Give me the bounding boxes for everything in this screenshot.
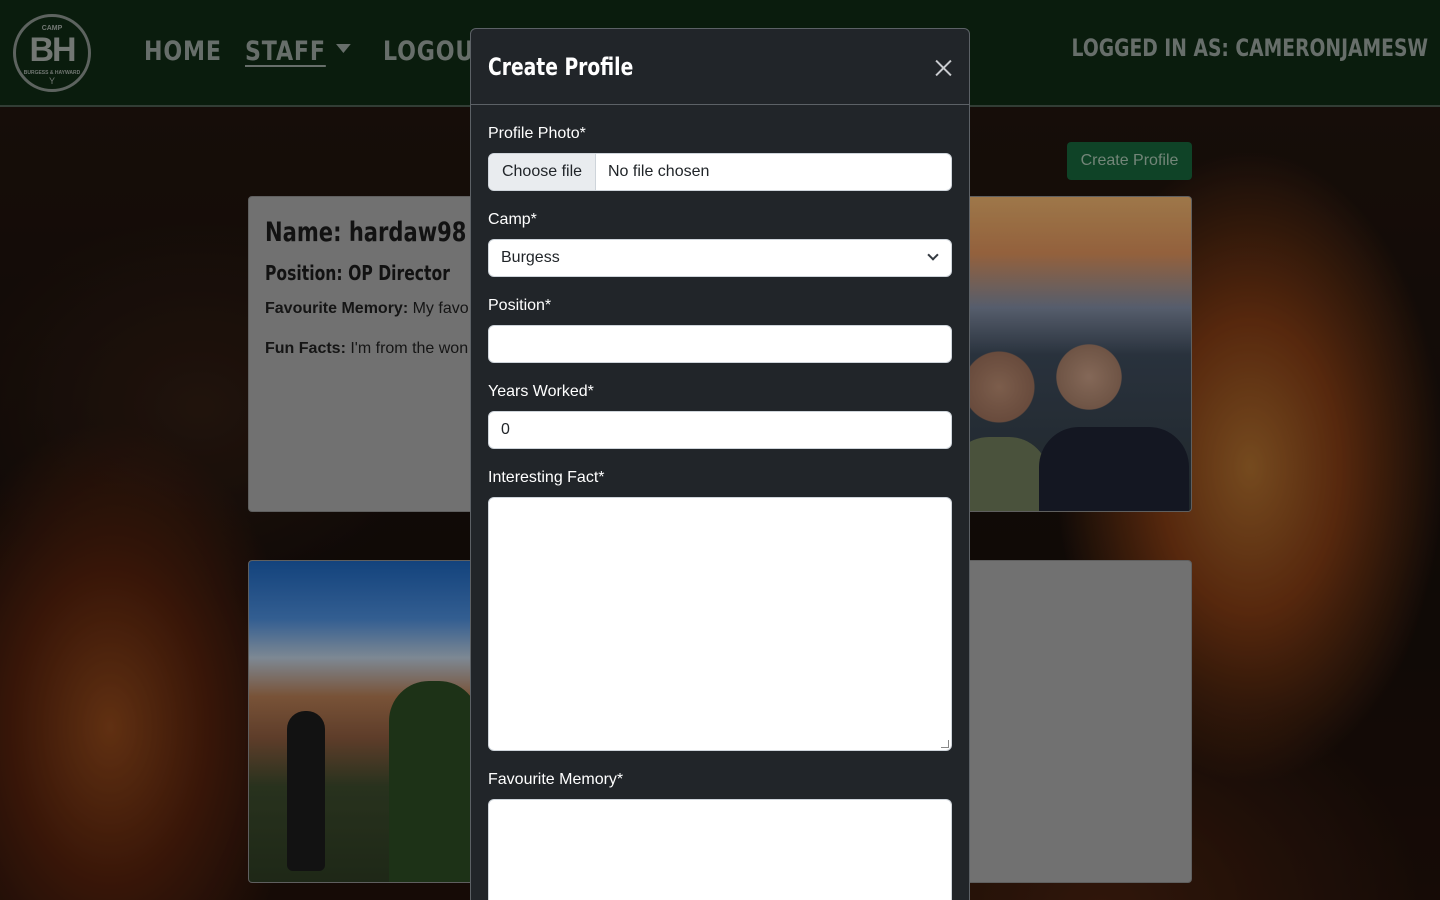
camp-select[interactable]: Burgess xyxy=(488,239,952,277)
favourite-memory-textarea[interactable] xyxy=(488,799,952,900)
favourite-memory-label: Favourite Memory* xyxy=(488,771,624,788)
resize-handle-icon[interactable] xyxy=(941,740,949,748)
years-worked-value: 0 xyxy=(501,421,510,438)
years-worked-label: Years Worked* xyxy=(488,383,594,400)
interesting-fact-textarea[interactable] xyxy=(488,497,952,751)
position-input[interactable] xyxy=(488,325,952,363)
profile-photo-input[interactable]: Choose file No file chosen xyxy=(488,153,952,191)
years-worked-input[interactable]: 0 xyxy=(488,411,952,449)
interesting-fact-label: Interesting Fact* xyxy=(488,469,605,486)
profile-photo-label: Profile Photo* xyxy=(488,125,586,142)
close-icon[interactable] xyxy=(931,56,955,80)
camp-select-value: Burgess xyxy=(501,249,560,266)
chevron-down-icon xyxy=(927,249,939,261)
modal-title: Create Profile xyxy=(488,53,634,81)
file-name-text: No file chosen xyxy=(608,163,710,180)
position-label: Position* xyxy=(488,297,552,314)
camp-label: Camp* xyxy=(488,211,537,228)
create-profile-modal: Create Profile Profile Photo* Choose fil… xyxy=(470,28,970,900)
choose-file-button[interactable]: Choose file xyxy=(489,154,596,190)
modal-header: Create Profile xyxy=(471,29,969,105)
